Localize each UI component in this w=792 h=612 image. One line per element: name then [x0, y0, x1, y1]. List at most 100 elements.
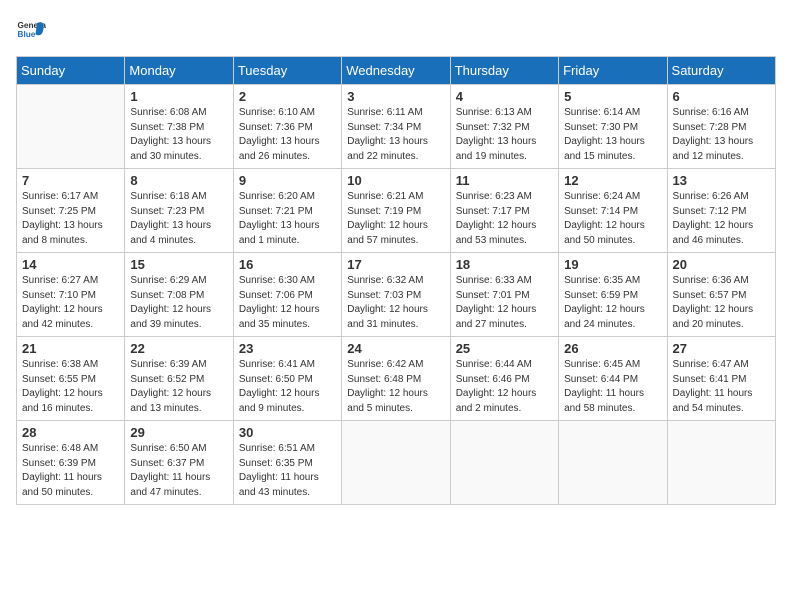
day-number: 10	[347, 173, 444, 188]
calendar-cell: 2Sunrise: 6:10 AMSunset: 7:36 PMDaylight…	[233, 85, 341, 169]
calendar-cell: 7 Sunrise: 6:17 AMSunset: 7:25 PMDaylight…	[17, 169, 125, 253]
day-number: 26	[564, 341, 661, 356]
day-info: Sunrise: 6:32 AMSunset: 7:03 PMDaylight:…	[347, 274, 444, 332]
day-number: 8	[130, 173, 227, 188]
day-number: 20	[673, 257, 770, 272]
calendar-cell: 3 Sunrise: 6:11 AMSunset: 7:34 PMDaylight…	[342, 85, 450, 169]
day-info: Sunrise: 6:18 AMSunset: 7:23 PMDaylight:…	[130, 190, 227, 248]
calendar-cell: 15 Sunrise: 6:29 AMSunset: 7:08 PMDayligh…	[125, 253, 233, 337]
day-info: Sunrise: 6:08 AMSunset: 7:38 PMDaylight:…	[130, 106, 227, 164]
calendar-cell: 17 Sunrise: 6:32 AMSunset: 7:03 PMDayligh…	[342, 253, 450, 337]
calendar-cell: 24 Sunrise: 6:42 AMSunset: 6:48 PMDayligh…	[342, 337, 450, 421]
day-number: 14	[22, 257, 119, 272]
day-info: Sunrise: 6:14 AMSunset: 7:30 PMDaylight:…	[564, 106, 661, 164]
calendar-cell: 30 Sunrise: 6:51 AMSunset: 6:35 PMDayligh…	[233, 421, 341, 505]
calendar-cell: 22 Sunrise: 6:39 AMSunset: 6:52 PMDayligh…	[125, 337, 233, 421]
day-info: Sunrise: 6:42 AMSunset: 6:48 PMDaylight:…	[347, 358, 444, 416]
calendar-header-friday: Friday	[559, 57, 667, 85]
calendar-cell	[667, 421, 775, 505]
day-number: 23	[239, 341, 336, 356]
day-info: Sunrise: 6:51 AMSunset: 6:35 PMDaylight:…	[239, 442, 336, 500]
calendar-cell: 8 Sunrise: 6:18 AMSunset: 7:23 PMDaylight…	[125, 169, 233, 253]
day-number: 9	[239, 173, 336, 188]
calendar-week-row: 1 Sunrise: 6:08 AMSunset: 7:38 PMDaylight…	[17, 85, 776, 169]
calendar-cell: 26 Sunrise: 6:45 AMSunset: 6:44 PMDayligh…	[559, 337, 667, 421]
day-number: 13	[673, 173, 770, 188]
day-number: 22	[130, 341, 227, 356]
day-info: Sunrise: 6:30 AMSunset: 7:06 PMDaylight:…	[239, 274, 336, 332]
day-info: Sunrise: 6:29 AMSunset: 7:08 PMDaylight:…	[130, 274, 227, 332]
calendar-cell: 6 Sunrise: 6:16 AMSunset: 7:28 PMDaylight…	[667, 85, 775, 169]
day-info: Sunrise: 6:26 AMSunset: 7:12 PMDaylight:…	[673, 190, 770, 248]
calendar-cell	[450, 421, 558, 505]
calendar-cell: 20 Sunrise: 6:36 AMSunset: 6:57 PMDayligh…	[667, 253, 775, 337]
calendar-cell	[342, 421, 450, 505]
calendar-cell: 4 Sunrise: 6:13 AMSunset: 7:32 PMDaylight…	[450, 85, 558, 169]
calendar-header-saturday: Saturday	[667, 57, 775, 85]
day-number: 3	[347, 89, 444, 104]
day-number: 16	[239, 257, 336, 272]
day-info: Sunrise: 6:10 AMSunset: 7:36 PMDaylight:…	[239, 106, 336, 164]
calendar-cell: 18 Sunrise: 6:33 AMSunset: 7:01 PMDayligh…	[450, 253, 558, 337]
calendar-header-wednesday: Wednesday	[342, 57, 450, 85]
calendar-week-row: 7 Sunrise: 6:17 AMSunset: 7:25 PMDaylight…	[17, 169, 776, 253]
day-number: 24	[347, 341, 444, 356]
day-info: Sunrise: 6:16 AMSunset: 7:28 PMDaylight:…	[673, 106, 770, 164]
day-number: 12	[564, 173, 661, 188]
day-number: 18	[456, 257, 553, 272]
calendar-cell	[17, 85, 125, 169]
logo: General Blue	[16, 16, 46, 46]
day-number: 30	[239, 425, 336, 440]
calendar-cell: 1 Sunrise: 6:08 AMSunset: 7:38 PMDaylight…	[125, 85, 233, 169]
day-number: 17	[347, 257, 444, 272]
day-info: Sunrise: 6:21 AMSunset: 7:19 PMDaylight:…	[347, 190, 444, 248]
day-number: 4	[456, 89, 553, 104]
day-info: Sunrise: 6:27 AMSunset: 7:10 PMDaylight:…	[22, 274, 119, 332]
calendar-header-sunday: Sunday	[17, 57, 125, 85]
calendar-cell: 9 Sunrise: 6:20 AMSunset: 7:21 PMDaylight…	[233, 169, 341, 253]
day-info: Sunrise: 6:11 AMSunset: 7:34 PMDaylight:…	[347, 106, 444, 164]
calendar-cell: 10 Sunrise: 6:21 AMSunset: 7:19 PMDayligh…	[342, 169, 450, 253]
day-info: Sunrise: 6:47 AMSunset: 6:41 PMDaylight:…	[673, 358, 770, 416]
calendar-header-monday: Monday	[125, 57, 233, 85]
calendar-cell: 21Sunrise: 6:38 AMSunset: 6:55 PMDayligh…	[17, 337, 125, 421]
calendar-cell: 11 Sunrise: 6:23 AMSunset: 7:17 PMDayligh…	[450, 169, 558, 253]
day-number: 27	[673, 341, 770, 356]
day-number: 5	[564, 89, 661, 104]
logo-icon: General Blue	[16, 16, 46, 46]
calendar-cell: 16 Sunrise: 6:30 AMSunset: 7:06 PMDayligh…	[233, 253, 341, 337]
day-number: 19	[564, 257, 661, 272]
calendar-week-row: 28Sunrise: 6:48 AMSunset: 6:39 PMDayligh…	[17, 421, 776, 505]
calendar-cell: 29Sunrise: 6:50 AMSunset: 6:37 PMDayligh…	[125, 421, 233, 505]
day-number: 1	[130, 89, 227, 104]
calendar-header-row: SundayMondayTuesdayWednesdayThursdayFrid…	[17, 57, 776, 85]
day-info: Sunrise: 6:17 AMSunset: 7:25 PMDaylight:…	[22, 190, 119, 248]
calendar-cell: 27 Sunrise: 6:47 AMSunset: 6:41 PMDayligh…	[667, 337, 775, 421]
day-info: Sunrise: 6:23 AMSunset: 7:17 PMDaylight:…	[456, 190, 553, 248]
calendar-cell: 12Sunrise: 6:24 AMSunset: 7:14 PMDayligh…	[559, 169, 667, 253]
day-info: Sunrise: 6:33 AMSunset: 7:01 PMDaylight:…	[456, 274, 553, 332]
day-number: 11	[456, 173, 553, 188]
day-info: Sunrise: 6:41 AMSunset: 6:50 PMDaylight:…	[239, 358, 336, 416]
day-info: Sunrise: 6:13 AMSunset: 7:32 PMDaylight:…	[456, 106, 553, 164]
calendar-header-tuesday: Tuesday	[233, 57, 341, 85]
calendar-cell: 28Sunrise: 6:48 AMSunset: 6:39 PMDayligh…	[17, 421, 125, 505]
calendar-cell: 14 Sunrise: 6:27 AMSunset: 7:10 PMDayligh…	[17, 253, 125, 337]
calendar-cell: 25Sunrise: 6:44 AMSunset: 6:46 PMDayligh…	[450, 337, 558, 421]
calendar-table: SundayMondayTuesdayWednesdayThursdayFrid…	[16, 56, 776, 505]
calendar-cell: 13 Sunrise: 6:26 AMSunset: 7:12 PMDayligh…	[667, 169, 775, 253]
day-info: Sunrise: 6:36 AMSunset: 6:57 PMDaylight:…	[673, 274, 770, 332]
calendar-week-row: 21Sunrise: 6:38 AMSunset: 6:55 PMDayligh…	[17, 337, 776, 421]
day-info: Sunrise: 6:20 AMSunset: 7:21 PMDaylight:…	[239, 190, 336, 248]
day-number: 6	[673, 89, 770, 104]
day-info: Sunrise: 6:39 AMSunset: 6:52 PMDaylight:…	[130, 358, 227, 416]
calendar-cell: 23 Sunrise: 6:41 AMSunset: 6:50 PMDayligh…	[233, 337, 341, 421]
calendar-cell	[559, 421, 667, 505]
day-number: 28	[22, 425, 119, 440]
svg-text:Blue: Blue	[18, 30, 36, 39]
day-number: 7	[22, 173, 119, 188]
day-number: 21	[22, 341, 119, 356]
day-info: Sunrise: 6:45 AMSunset: 6:44 PMDaylight:…	[564, 358, 661, 416]
day-number: 15	[130, 257, 227, 272]
day-info: Sunrise: 6:35 AMSunset: 6:59 PMDaylight:…	[564, 274, 661, 332]
